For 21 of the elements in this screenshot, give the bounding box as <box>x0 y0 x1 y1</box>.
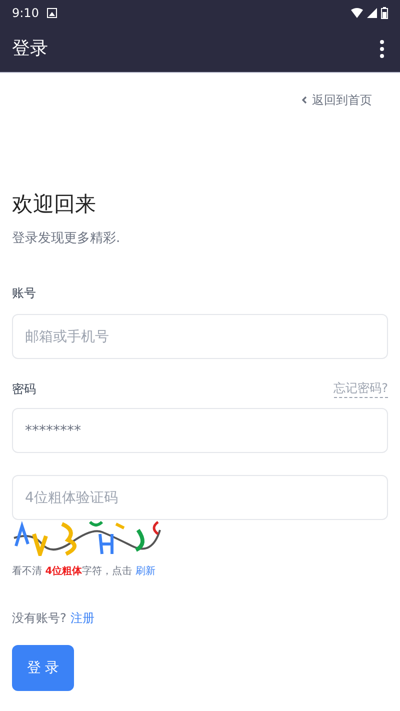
password-label: 密码 <box>12 381 36 398</box>
chevron-left-icon <box>301 96 308 104</box>
refresh-link[interactable]: 刷新 <box>135 566 156 577</box>
subtitle-text: 登录发现更多精彩. <box>12 230 122 248</box>
welcome-heading: 欢迎回来 <box>12 191 97 218</box>
battery-icon <box>381 6 388 18</box>
account-field[interactable]: 邮箱或手机号 <box>12 314 388 359</box>
signal-icon <box>367 8 377 18</box>
login-button[interactable]: 登 录 <box>12 645 74 691</box>
app-bar-title: 登录 <box>12 37 48 61</box>
account-label: 账号 <box>12 285 37 302</box>
forgot-password-link[interactable]: 忘记密码? <box>334 379 388 398</box>
signup-link[interactable]: 注册 <box>70 609 94 627</box>
signup-prompt: 没有账号? <box>12 610 66 627</box>
captcha-hint: 看不清 4位粗体字符，点击 刷新 <box>12 564 156 579</box>
back-home-link[interactable]: 返回到首页 <box>301 91 372 109</box>
status-time: 9:10 <box>12 4 39 22</box>
password-field[interactable]: ******** <box>12 408 388 453</box>
wifi-icon <box>351 8 363 18</box>
captcha-field[interactable]: 4位粗体验证码 <box>12 475 388 520</box>
image-notification-icon <box>46 8 57 18</box>
